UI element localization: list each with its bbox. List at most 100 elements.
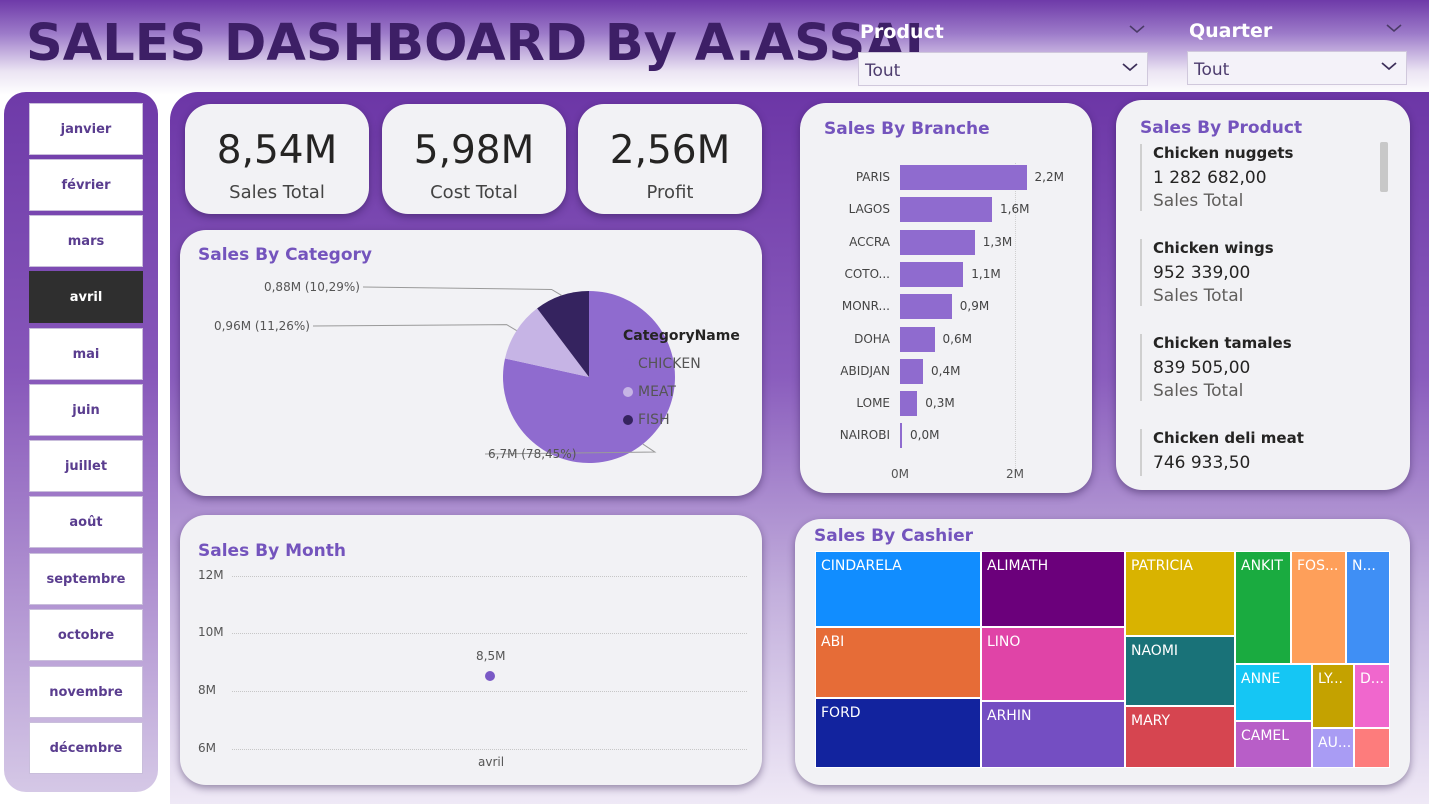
- bar-data-label: 0,4M: [931, 363, 961, 378]
- legend-dot-icon: [623, 359, 633, 369]
- bar-data-label: 2,2M: [1034, 170, 1064, 184]
- point-label: 8,5M: [476, 649, 506, 663]
- treemap-cell[interactable]: PATRICIA: [1125, 551, 1235, 636]
- month-button[interactable]: août: [29, 496, 143, 548]
- bar[interactable]: [900, 391, 918, 417]
- grid-line: [232, 633, 747, 634]
- treemap-cell[interactable]: MARY: [1125, 706, 1235, 768]
- month-button[interactable]: mars: [29, 215, 143, 267]
- sales-by-category-card[interactable]: Sales By Category 6,7M (78,45%) 0,96M (11…: [180, 230, 762, 496]
- treemap-cell[interactable]: D...: [1354, 664, 1390, 728]
- card-title: Sales By Cashier: [814, 526, 973, 546]
- leader-line: [312, 324, 517, 332]
- legend-item[interactable]: CHICKEN: [623, 350, 701, 378]
- month-button[interactable]: octobre: [29, 609, 143, 661]
- product-item[interactable]: Chicken tamales 839 505,00 Sales Total: [1140, 334, 1292, 401]
- pie-data-label: 6,7M (78,45%): [488, 447, 576, 461]
- treemap-cell[interactable]: FORD: [815, 698, 981, 768]
- bar-category-label: ABIDJAN: [840, 363, 890, 378]
- month-button[interactable]: janvier: [29, 103, 143, 155]
- bar[interactable]: [900, 197, 992, 223]
- treemap-cell[interactable]: LINO: [981, 627, 1125, 701]
- leader-line: [362, 286, 562, 296]
- product-item[interactable]: Chicken wings 952 339,00 Sales Total: [1140, 239, 1274, 306]
- treemap-cell[interactable]: ABI: [815, 627, 981, 698]
- treemap-cell[interactable]: ANNE: [1235, 664, 1312, 721]
- bar-data-label: 0,0M: [910, 428, 940, 443]
- sales-by-product-card[interactable]: Sales By Product Chicken nuggets 1 282 68…: [1116, 100, 1410, 490]
- treemap-cell[interactable]: ARHIN: [981, 701, 1125, 768]
- sales-by-branche-card[interactable]: Sales By Branche 0M 2M PARIS 2,2M LAGOS 1,6…: [800, 103, 1092, 493]
- kpi-profit[interactable]: 2,56M Profit: [578, 104, 762, 214]
- bar-category-label: NAIROBI: [839, 428, 890, 443]
- treemap-cell[interactable]: LY...: [1312, 664, 1354, 728]
- kpi-value: 2,56M: [609, 128, 731, 173]
- legend-item[interactable]: FISH: [623, 406, 701, 434]
- page-title: SALES DASHBOARD By A.ASSAL: [26, 14, 938, 73]
- bar-category-label: PARIS: [855, 170, 890, 184]
- legend-dot-icon: [623, 387, 633, 397]
- grid-line: [232, 749, 747, 750]
- treemap-cell[interactable]: CINDARELA: [815, 551, 981, 627]
- month-button[interactable]: juin: [29, 384, 143, 436]
- product-dropdown[interactable]: Tout: [858, 52, 1148, 86]
- bar-category-label: MONR...: [841, 299, 890, 314]
- product-name: Chicken deli meat: [1153, 429, 1304, 447]
- quarter-dropdown[interactable]: Tout: [1187, 51, 1407, 85]
- month-point[interactable]: [485, 671, 495, 681]
- month-button[interactable]: décembre: [29, 722, 143, 774]
- sales-by-month-card[interactable]: Sales By Month 8,5M avril 12M 10M 8M 6M: [180, 515, 762, 785]
- bar[interactable]: [900, 294, 952, 320]
- sales-by-cashier-card[interactable]: Sales By Cashier CINDARELA ALIMATH PATRICI…: [795, 519, 1410, 785]
- bar-data-label: 1,3M: [982, 234, 1013, 249]
- card-title: Sales By Month: [198, 541, 346, 561]
- card-title: Sales By Branche: [824, 119, 990, 139]
- treemap-cell[interactable]: NAOMI: [1125, 636, 1235, 706]
- pie-legend: CHICKEN MEAT FISH: [623, 350, 701, 434]
- legend-label: FISH: [638, 412, 670, 428]
- treemap-cell[interactable]: CAMEL: [1235, 721, 1312, 768]
- bar[interactable]: [900, 165, 1027, 190]
- scrollbar[interactable]: [1380, 142, 1388, 192]
- product-name: Chicken nuggets: [1153, 144, 1294, 162]
- month-button[interactable]: septembre: [29, 553, 143, 605]
- legend-title: CategoryName: [623, 328, 740, 344]
- bar[interactable]: [900, 358, 923, 384]
- grid-line: [232, 576, 747, 577]
- bar[interactable]: [900, 326, 935, 352]
- bar[interactable]: [900, 229, 975, 255]
- legend-item[interactable]: MEAT: [623, 378, 701, 406]
- treemap-cell[interactable]: AU...: [1312, 728, 1354, 768]
- treemap-cell[interactable]: FOS...: [1291, 551, 1346, 664]
- bar-category-label: COTO...: [844, 266, 890, 281]
- y-tick: 6M: [198, 741, 216, 755]
- bar-data-label: 1,6M: [1000, 202, 1030, 217]
- month-button[interactable]: février: [29, 159, 143, 211]
- y-tick: 10M: [198, 625, 224, 639]
- treemap-cell[interactable]: ANKIT: [1235, 551, 1291, 664]
- bar-category-label: LAGOS: [848, 202, 890, 217]
- legend-label: MEAT: [638, 384, 676, 400]
- bar[interactable]: [900, 261, 964, 287]
- kpi-cost-total[interactable]: 5,98M Cost Total: [382, 104, 566, 214]
- treemap-cell[interactable]: ALIMATH: [981, 551, 1125, 627]
- card-title: Sales By Product: [1140, 118, 1303, 138]
- product-item[interactable]: Chicken deli meat 746 933,50: [1140, 429, 1304, 476]
- treemap-cell[interactable]: [1354, 728, 1390, 768]
- bar[interactable]: [900, 423, 902, 449]
- treemap-cell[interactable]: N...: [1346, 551, 1390, 664]
- month-button[interactable]: mai: [29, 328, 143, 380]
- legend-label: CHICKEN: [638, 356, 701, 372]
- bar-category-label: ACCRA: [849, 234, 890, 249]
- month-button[interactable]: juillet: [29, 440, 143, 492]
- product-name: Chicken wings: [1153, 239, 1274, 257]
- month-button[interactable]: avril: [29, 271, 143, 323]
- kpi-sales-total[interactable]: 8,54M Sales Total: [185, 104, 369, 214]
- chevron-down-icon[interactable]: [1385, 19, 1403, 38]
- month-button[interactable]: novembre: [29, 666, 143, 718]
- bar-data-label: 0,6M: [942, 331, 972, 346]
- product-dropdown-value: Tout: [865, 61, 901, 81]
- kpi-label: Sales Total: [229, 182, 325, 203]
- product-item[interactable]: Chicken nuggets 1 282 682,00 Sales Total: [1140, 144, 1293, 211]
- quarter-dropdown-value: Tout: [1194, 60, 1230, 80]
